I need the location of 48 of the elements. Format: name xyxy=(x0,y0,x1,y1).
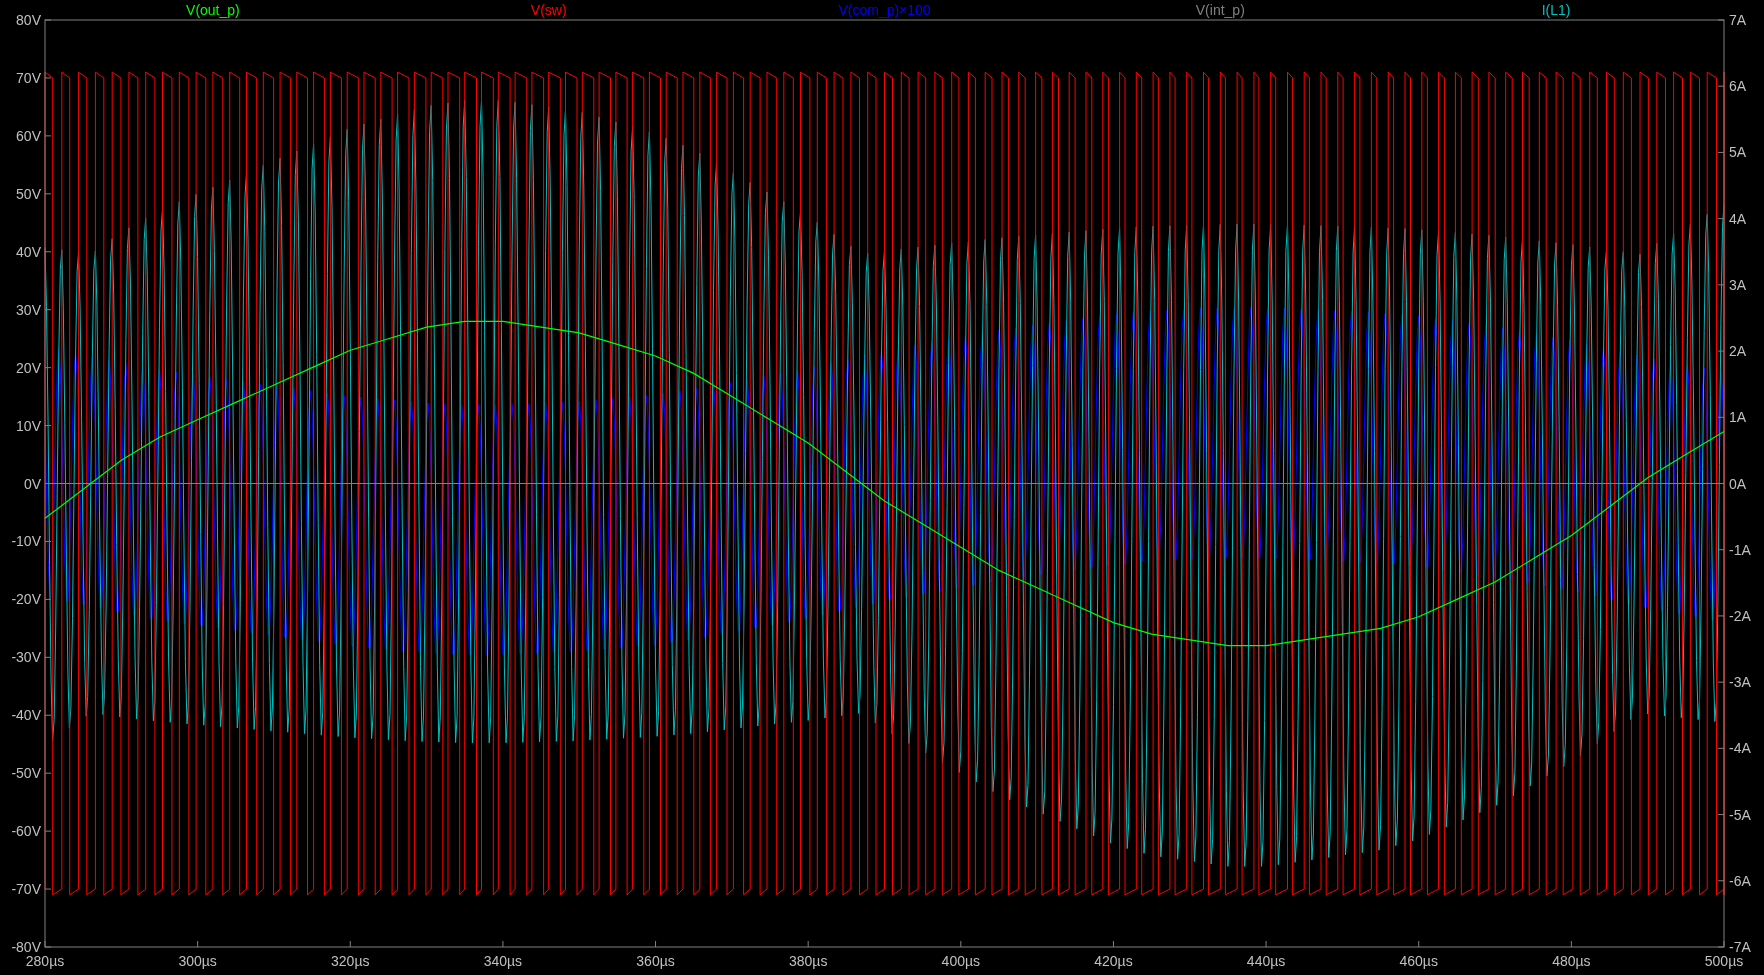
y-tick-label: 70V xyxy=(16,69,41,86)
y-tick-label: -30V xyxy=(11,649,41,666)
y-tick-label: -40V xyxy=(11,707,41,724)
y-tick-label: 0V xyxy=(23,475,41,492)
x-tick-label: 500µs xyxy=(1704,953,1744,969)
y2-tick-label: -4A xyxy=(1729,740,1751,757)
x-tick-label: 440µs xyxy=(1246,953,1286,969)
x-tick-label: 400µs xyxy=(941,953,981,969)
y2-tick-label: 6A xyxy=(1729,78,1747,95)
trace-label[interactable]: V(int_p) xyxy=(1195,2,1245,18)
y2-tick-label: -1A xyxy=(1729,541,1751,558)
y2-tick-label: -7A xyxy=(1729,939,1751,955)
y2-tick-label: 4A xyxy=(1729,210,1747,227)
x-tick-label: 380µs xyxy=(788,953,828,969)
y2-tick-label: 7A xyxy=(1729,12,1747,28)
y-tick-label: 20V xyxy=(16,359,41,376)
trace-label[interactable]: V(out_p) xyxy=(186,2,240,18)
y-tick-label: -50V xyxy=(11,765,41,782)
x-tick-label: 460µs xyxy=(1399,953,1438,969)
y2-tick-label: 2A xyxy=(1729,343,1747,360)
y-tick-label: -10V xyxy=(11,533,41,550)
y2-tick-label: 0A xyxy=(1729,475,1747,492)
y-tick-label: 30V xyxy=(16,301,41,318)
y-tick-label: 60V xyxy=(16,127,41,144)
x-tick-label: 280µs xyxy=(25,953,65,969)
y-tick-label: -80V xyxy=(11,939,41,955)
x-tick-label: 320µs xyxy=(331,953,370,969)
y-tick-label: -20V xyxy=(11,591,41,608)
y-tick-label: -60V xyxy=(11,823,41,840)
x-tick-label: 300µs xyxy=(178,953,217,969)
y2-tick-label: 1A xyxy=(1729,409,1747,426)
y-tick-label: 50V xyxy=(16,185,41,202)
y-tick-label: 10V xyxy=(16,417,41,434)
y-tick-label: 80V xyxy=(16,12,41,28)
trace-label[interactable]: V(sw) xyxy=(530,2,567,18)
x-tick-label: 340µs xyxy=(483,953,523,969)
y2-tick-label: -2A xyxy=(1729,607,1751,624)
y-tick-label: 40V xyxy=(16,243,41,260)
y2-tick-label: -3A xyxy=(1729,674,1751,691)
y2-tick-label: 3A xyxy=(1729,276,1747,293)
y2-tick-label: 5A xyxy=(1729,144,1747,161)
y2-tick-label: -6A xyxy=(1729,872,1751,889)
y-tick-label: -70V xyxy=(11,881,41,898)
trace-label[interactable]: I(L1) xyxy=(1541,2,1571,18)
x-tick-label: 360µs xyxy=(636,953,675,969)
y2-tick-label: -5A xyxy=(1729,806,1751,823)
x-tick-label: 480µs xyxy=(1552,953,1591,969)
x-tick-label: 420µs xyxy=(1094,953,1133,969)
